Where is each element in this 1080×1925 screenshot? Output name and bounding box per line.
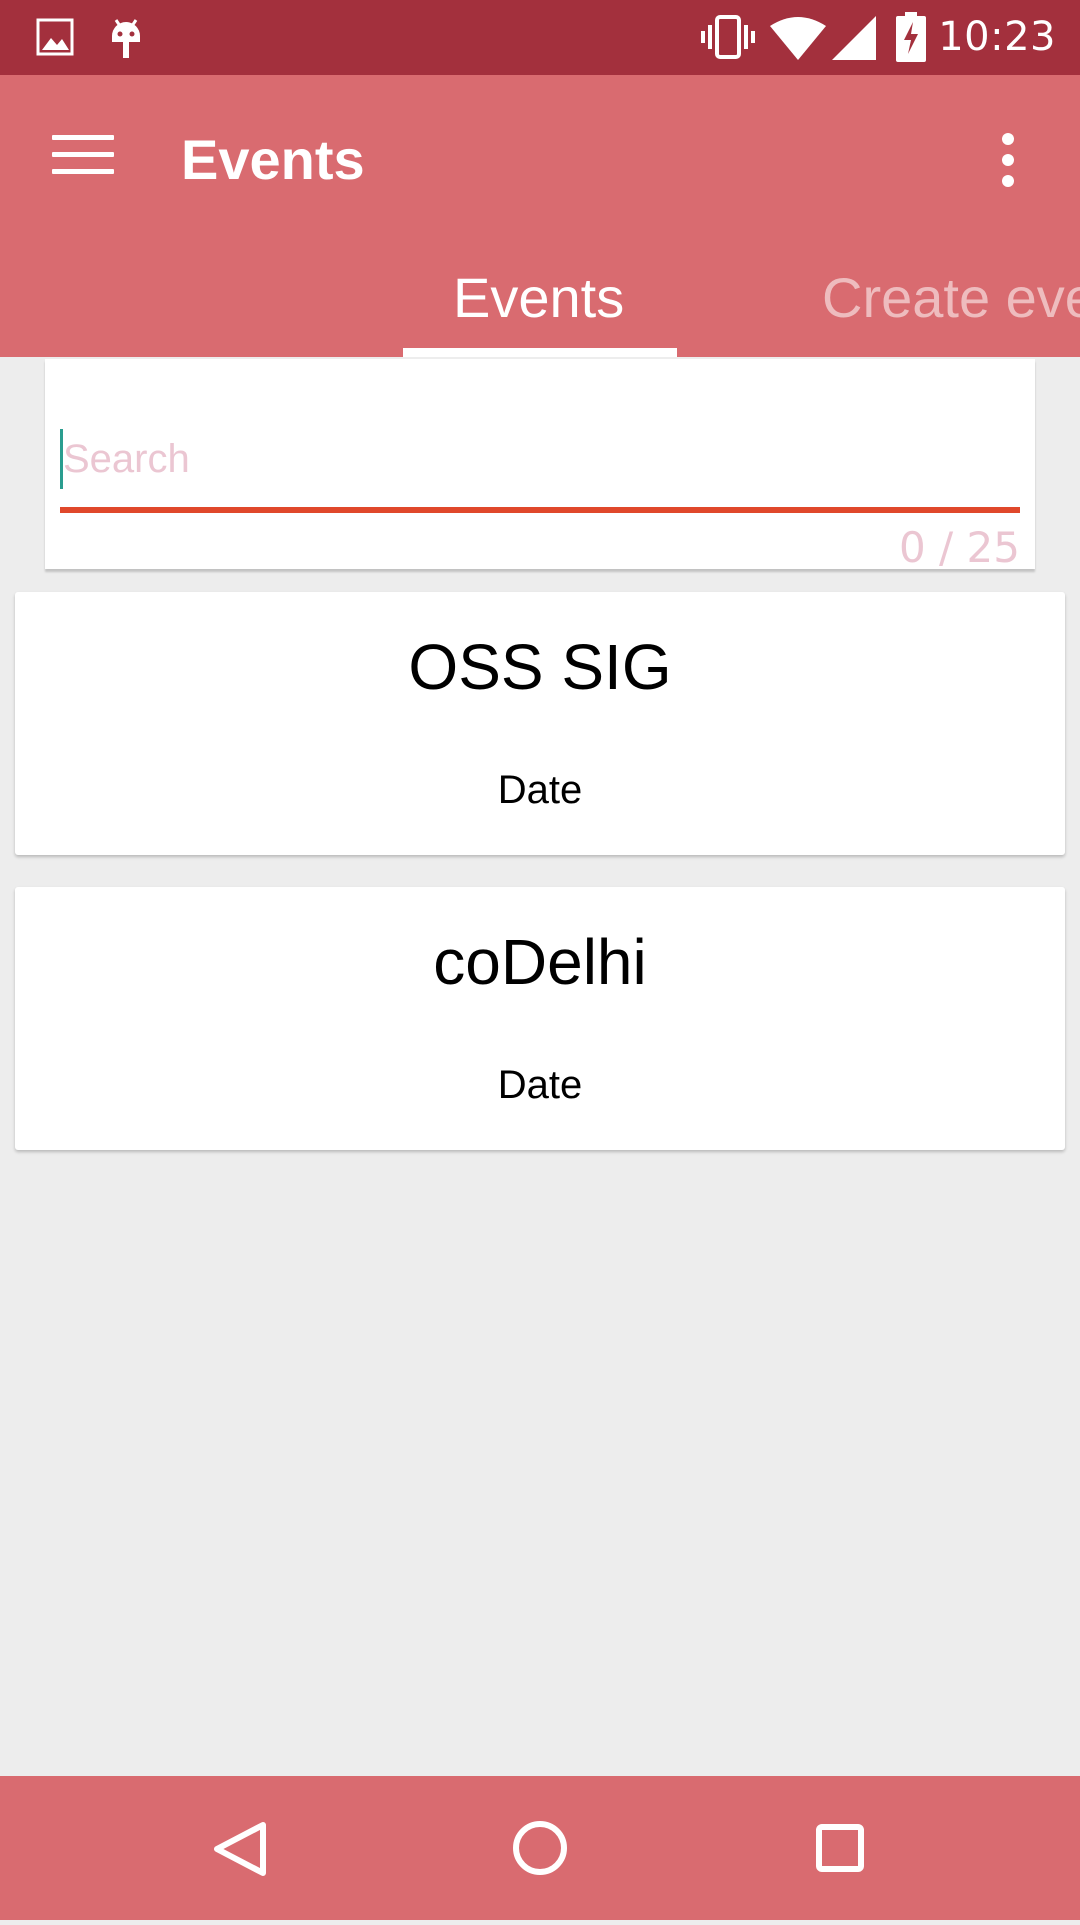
tab-events[interactable]: Events bbox=[453, 265, 624, 330]
home-button[interactable] bbox=[460, 1776, 620, 1920]
page-title: Events bbox=[181, 128, 365, 191]
tab-create-event[interactable]: Create eve bbox=[822, 265, 1080, 330]
search-card: 0 / 25 bbox=[45, 359, 1035, 572]
home-icon bbox=[513, 1821, 567, 1875]
android-icon bbox=[112, 19, 140, 58]
event-date: Date bbox=[497, 1063, 583, 1107]
battery-charging-icon bbox=[896, 12, 926, 62]
event-card[interactable]: coDelhi Date bbox=[15, 887, 1065, 1150]
search-input[interactable] bbox=[60, 429, 1021, 489]
event-name: OSS SIG bbox=[408, 631, 672, 703]
search-character-counter: 0 / 25 bbox=[898, 523, 1020, 572]
event-name: coDelhi bbox=[433, 926, 647, 998]
recents-button[interactable] bbox=[760, 1776, 920, 1920]
navigation-bar bbox=[0, 1776, 1080, 1920]
menu-icon[interactable] bbox=[52, 135, 114, 175]
vibrate-icon bbox=[701, 15, 755, 59]
recents-icon bbox=[816, 1824, 864, 1872]
signal-icon bbox=[832, 16, 876, 60]
app-bar: Events Events Create eve bbox=[0, 75, 1080, 357]
search-underline bbox=[60, 507, 1020, 513]
event-date: Date bbox=[497, 768, 583, 812]
status-time: 10:23 bbox=[938, 14, 1056, 60]
status-bar: 10:23 bbox=[0, 0, 1080, 75]
wifi-icon bbox=[770, 17, 826, 60]
back-button[interactable] bbox=[160, 1776, 320, 1920]
more-vert-icon[interactable] bbox=[996, 133, 1020, 187]
tab-indicator bbox=[403, 348, 677, 357]
event-card[interactable]: OSS SIG Date bbox=[15, 592, 1065, 855]
image-icon bbox=[36, 18, 74, 56]
back-icon bbox=[214, 1822, 266, 1876]
